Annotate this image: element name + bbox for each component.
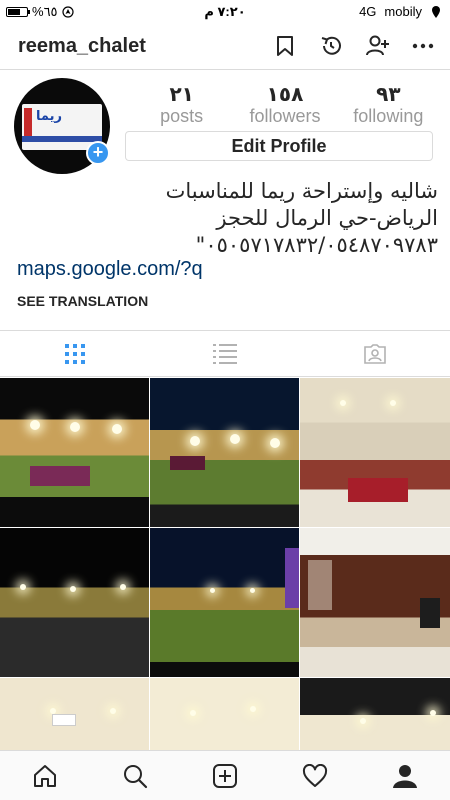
bio-line: ٠٥٠٥٧١٧٨٣٢/٠٥٤٨٧٠٩٧٨٣" — [195, 233, 438, 257]
post-thumbnail[interactable] — [0, 528, 149, 677]
network-type: 4G — [359, 4, 377, 19]
stat-followers[interactable]: ١٥٨ followers — [233, 82, 336, 127]
post-thumbnail[interactable] — [300, 528, 450, 677]
stat-number: ٩٣ — [376, 82, 401, 106]
post-thumbnail[interactable] — [150, 378, 299, 527]
bio: شاليه وإستراحة ريما للمناسبات الرياض-حي … — [12, 178, 438, 259]
status-bar: %٦٥ ٧:٢٠ م 4G mobily — [0, 0, 450, 24]
post-thumbnail[interactable] — [150, 678, 299, 750]
profile-username[interactable]: reema_chalet — [18, 35, 146, 58]
tagged-icon — [364, 343, 386, 364]
stat-following[interactable]: ٩٣ following — [337, 82, 440, 127]
stat-label: posts — [160, 106, 204, 126]
list-icon — [213, 343, 237, 364]
carrier: mobily — [384, 4, 422, 19]
post-thumbnail[interactable] — [0, 378, 149, 527]
profile-stats: ٢١ posts ١٥٨ followers ٩٣ following — [130, 82, 440, 127]
stat-posts[interactable]: ٢١ posts — [130, 82, 233, 127]
post-thumbnail[interactable] — [300, 378, 450, 527]
bio-link[interactable]: maps.google.com/?q — [17, 258, 203, 281]
heart-icon — [302, 763, 328, 787]
stat-label: following — [353, 106, 424, 126]
bottom-navigation — [0, 750, 450, 800]
archive-clock-icon[interactable] — [318, 33, 344, 59]
tab-list[interactable] — [150, 331, 300, 376]
see-translation-button[interactable]: SEE TRANSLATION — [17, 293, 148, 309]
tab-grid[interactable] — [0, 331, 150, 376]
nav-activity[interactable] — [270, 751, 360, 800]
search-icon — [124, 764, 148, 788]
more-icon[interactable] — [410, 33, 436, 59]
nav-home[interactable] — [0, 751, 90, 800]
nav-search[interactable] — [90, 751, 180, 800]
add-post-icon — [213, 763, 237, 788]
bio-line: الرياض-حي الرمال للحجز — [216, 206, 438, 230]
stat-number: ٢١ — [169, 82, 194, 106]
post-thumbnail[interactable] — [150, 528, 299, 677]
profile-header: reema_chalet — [0, 24, 450, 70]
add-person-icon[interactable] — [364, 33, 390, 59]
nav-profile[interactable] — [360, 751, 450, 800]
home-icon — [34, 764, 56, 787]
bio-line: شاليه وإستراحة ريما للمناسبات — [165, 179, 438, 203]
post-thumbnail[interactable] — [0, 678, 149, 750]
avatar-logo-text: ريما — [36, 108, 62, 123]
profile-tabs — [0, 330, 450, 377]
location-icon — [432, 5, 440, 18]
nav-add-post[interactable] — [180, 751, 270, 800]
profile-icon — [393, 764, 417, 788]
tab-tagged[interactable] — [300, 331, 450, 376]
stat-label: followers — [249, 106, 321, 126]
add-story-button[interactable]: + — [86, 141, 110, 165]
edit-profile-button[interactable]: Edit Profile — [125, 131, 433, 161]
grid-icon — [65, 343, 85, 364]
bookmark-icon[interactable] — [272, 33, 298, 59]
stat-number: ١٥٨ — [266, 82, 304, 106]
photo-grid — [0, 378, 450, 750]
post-thumbnail[interactable] — [300, 678, 450, 750]
